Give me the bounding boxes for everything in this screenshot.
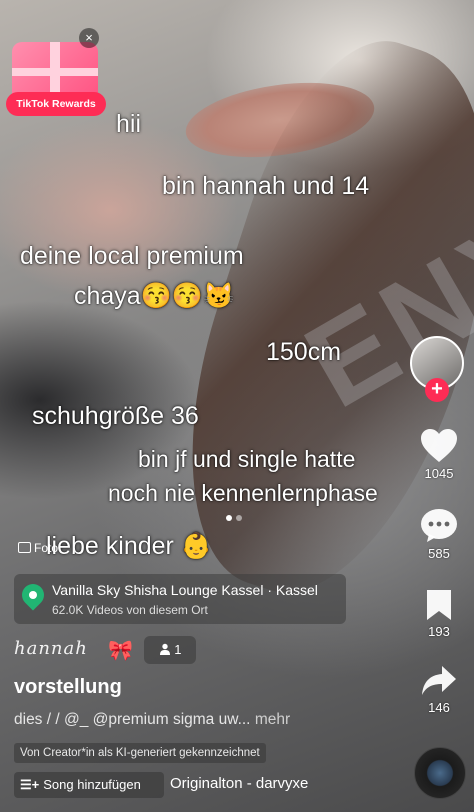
close-icon[interactable]: × — [79, 28, 99, 48]
location-tag[interactable]: Vanilla Sky Shisha Lounge Kassel · Kasse… — [14, 574, 346, 624]
bookmark-count: 193 — [428, 624, 450, 639]
bow-emoji: 🎀 — [108, 640, 133, 662]
photo-badge: Foto — [18, 541, 58, 555]
friends-badge[interactable]: 1 — [144, 636, 196, 664]
playlist-add-icon: ☰+ — [20, 777, 40, 792]
carousel-dot — [226, 515, 232, 521]
bookmark-icon — [427, 590, 451, 620]
ai-generated-label[interactable]: Von Creator*in als KI-generiert gekennze… — [14, 743, 266, 763]
bookmark-button[interactable]: 193 — [412, 588, 466, 639]
photo-badge-label: Foto — [34, 541, 59, 555]
share-count: 146 — [428, 700, 450, 715]
location-video-count: 62.0K Videos von diesem Ort — [52, 603, 208, 617]
music-disc-icon[interactable] — [414, 747, 466, 799]
overlay-text-line: schuhgröße 36 — [32, 402, 199, 430]
description-text: dies / / @_ @premium sigma uw... — [14, 711, 251, 728]
heart-icon — [421, 429, 457, 462]
location-name: Vanilla Sky Shisha Lounge Kassel · Kasse… — [52, 582, 318, 598]
post-description[interactable]: dies / / @_ @premium sigma uw... mehr — [14, 711, 290, 729]
add-song-button[interactable]: ☰+ Song hinzufügen — [14, 772, 164, 798]
rewards-label[interactable]: TikTok Rewards — [6, 92, 106, 116]
overlay-text-line: hii — [116, 110, 142, 138]
overlay-text-line: noch nie kennenlernphase — [108, 480, 378, 506]
comment-button[interactable]: 585 — [412, 508, 466, 561]
tiktok-rewards-widget[interactable]: × TikTok Rewards — [6, 28, 106, 118]
photo-icon — [18, 542, 31, 553]
friends-count: 1 — [174, 642, 182, 657]
gift-ribbon — [12, 68, 98, 76]
like-button[interactable]: 1045 — [412, 428, 466, 481]
share-button[interactable]: 146 — [412, 664, 466, 715]
follow-button[interactable]: + — [425, 378, 449, 402]
overlay-text-line: chaya😚😚😼 — [74, 282, 235, 310]
location-pin-icon — [17, 579, 49, 611]
person-icon — [159, 643, 170, 655]
overlay-text-line: 150cm — [266, 338, 342, 366]
carousel-dot — [236, 515, 242, 521]
comment-icon — [421, 509, 457, 542]
post-title: vorstellung — [14, 676, 122, 698]
overlay-text-line: bin jf und single hatte — [138, 446, 356, 472]
sound-name[interactable]: Originalton - darvyxe — [170, 775, 308, 792]
overlay-text-line: deine local premium — [20, 242, 244, 270]
add-song-label: Song hinzufügen — [43, 777, 141, 792]
share-icon — [422, 666, 456, 695]
overlay-text-line: bin hannah und 14 — [162, 172, 370, 200]
comment-count: 585 — [428, 546, 450, 561]
carousel-indicator — [226, 508, 246, 526]
more-link[interactable]: mehr — [255, 711, 290, 728]
creator-name[interactable]: hannah — [14, 638, 88, 659]
like-count: 1045 — [424, 466, 454, 481]
overlay-text-line: liebe kinder 👶 — [46, 532, 212, 560]
